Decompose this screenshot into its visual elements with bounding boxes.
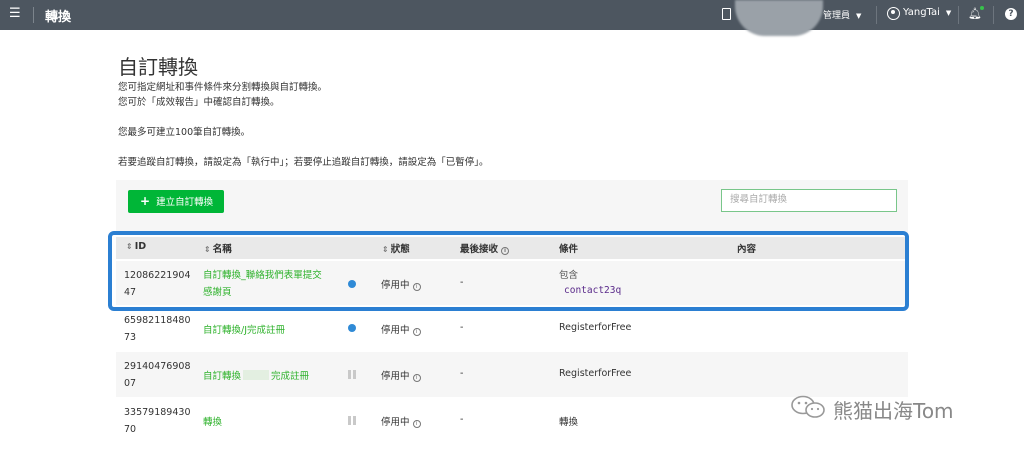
condition-value: RegisterforFree bbox=[559, 322, 632, 333]
id-part: 07 bbox=[124, 378, 137, 389]
row-id: 29140476908 07 bbox=[124, 358, 191, 392]
condition-value: 轉換 bbox=[559, 417, 579, 428]
description-line: 若要追蹤自訂轉換，請設定為「執行中」；若要停止追蹤自訂轉換，請設定為「已暫停」。 bbox=[118, 157, 489, 168]
info-icon[interactable]: i bbox=[412, 420, 421, 428]
last-received: - bbox=[460, 322, 464, 333]
id-part: 33579189430 bbox=[124, 407, 191, 418]
top-bar: ☰ 轉換 管理員 ▼ YangTai ▼ 🔔︎ ? bbox=[0, 0, 1024, 36]
admin-label: 管理員 bbox=[823, 11, 851, 21]
name-part: 完成註冊 bbox=[271, 371, 310, 382]
create-custom-conversion-button[interactable]: + 建立自訂轉換 bbox=[128, 190, 224, 213]
conversion-name-link[interactable]: 自訂轉換 完成註冊 bbox=[203, 368, 309, 382]
status-indicator bbox=[348, 324, 356, 332]
info-icon[interactable]: i bbox=[412, 328, 421, 336]
wechat-icon bbox=[791, 395, 825, 418]
id-part: 70 bbox=[124, 424, 137, 435]
description-line: 您可於「成效報告」中確認自訂轉換。 bbox=[118, 97, 280, 108]
divider bbox=[876, 6, 877, 24]
highlight-annotation bbox=[108, 231, 909, 311]
status-text: 停用中 i bbox=[381, 322, 421, 336]
conversion-name-link[interactable]: 自訂轉換/J完成註冊 bbox=[203, 322, 285, 336]
description-line: 您可指定網址和事件條件來分割轉換與自訂轉換。 bbox=[118, 82, 328, 93]
page-title: 自訂轉換 bbox=[118, 55, 198, 79]
info-icon[interactable]: i bbox=[412, 374, 421, 382]
pause-icon bbox=[348, 416, 356, 425]
user-icon[interactable] bbox=[887, 7, 900, 20]
table-row[interactable]: 65982118480 73 自訂轉換/J完成註冊 停用中 i - Register… bbox=[116, 309, 908, 351]
user-name: YangTai bbox=[903, 7, 940, 18]
status-text: 停用中 i bbox=[381, 414, 421, 428]
divider bbox=[958, 6, 959, 24]
notification-badge bbox=[980, 6, 984, 10]
create-button-label: 建立自訂轉換 bbox=[156, 197, 214, 208]
status-text: 停用中 i bbox=[381, 368, 421, 382]
document-icon[interactable] bbox=[722, 8, 731, 20]
row-id: 33579189430 70 bbox=[124, 404, 191, 438]
table-toolbar: + 建立自訂轉換 搜尋自訂轉換 bbox=[116, 180, 908, 234]
status-label: 停用中 bbox=[381, 371, 410, 382]
divider bbox=[993, 6, 994, 24]
chevron-down-icon: ▼ bbox=[856, 12, 862, 20]
user-menu[interactable]: YangTai ▼ bbox=[903, 7, 951, 18]
conversion-name-link[interactable]: 轉換 bbox=[203, 414, 222, 428]
id-part: 29140476908 bbox=[124, 361, 191, 372]
status-label: 停用中 bbox=[381, 417, 410, 428]
admin-menu[interactable]: 管理員 ▼ bbox=[823, 8, 861, 21]
id-part: 65982118480 bbox=[124, 315, 191, 326]
redacted-text bbox=[243, 370, 270, 380]
description-line: 您最多可建立100筆自訂轉換。 bbox=[118, 127, 251, 138]
name-part: 自訂轉換 bbox=[203, 371, 242, 382]
chevron-down-icon: ▼ bbox=[945, 9, 952, 17]
condition-value: RegisterforFree bbox=[559, 368, 632, 379]
app-title: 轉換 bbox=[45, 10, 72, 25]
status-label: 停用中 bbox=[381, 325, 410, 336]
last-received: - bbox=[460, 368, 464, 379]
plus-icon: + bbox=[140, 194, 151, 208]
table-row[interactable]: 29140476908 07 自訂轉換 完成註冊 停用中 i - Registerfo… bbox=[116, 352, 908, 397]
hamburger-icon[interactable]: ☰ bbox=[9, 6, 21, 21]
watermark-text: 熊猫出海Tom bbox=[833, 399, 954, 423]
row-id: 65982118480 73 bbox=[124, 312, 191, 346]
redacted-account-area bbox=[735, 0, 823, 36]
divider bbox=[33, 7, 34, 23]
id-part: 73 bbox=[124, 332, 137, 343]
last-received: - bbox=[460, 414, 464, 425]
pause-icon bbox=[348, 370, 356, 379]
help-icon[interactable]: ? bbox=[1005, 8, 1017, 20]
search-input[interactable]: 搜尋自訂轉換 bbox=[721, 189, 897, 212]
